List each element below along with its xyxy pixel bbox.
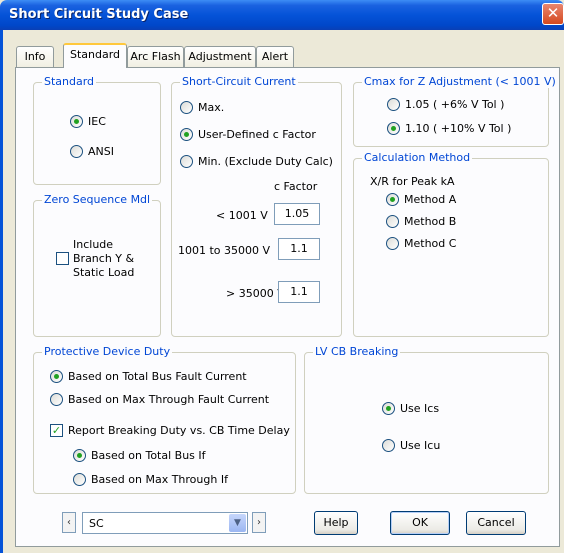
method-a-label: Method A: [404, 193, 457, 206]
report-breaking-duty-checkbox[interactable]: ✓ Report Breaking Duty vs. CB Time Delay: [50, 424, 290, 437]
window-title: Short Circuit Study Case: [9, 7, 189, 22]
tab-adjustment[interactable]: Adjustment: [184, 46, 256, 67]
close-icon: ✕: [546, 4, 560, 22]
method-b-radio[interactable]: Method B: [386, 215, 456, 228]
report-breaking-duty-label: Report Breaking Duty vs. CB Time Delay: [68, 424, 290, 437]
cmax-group-label: Cmax for Z Adjustment (< 1001 V): [362, 75, 558, 88]
cmax-105-label: 1.05 ( +6% V Tol ): [405, 98, 505, 111]
window-frame-left: [0, 30, 3, 553]
total-bus-fault-label: Based on Total Bus Fault Current: [68, 370, 247, 383]
radio-selected-icon: [73, 449, 86, 462]
standard-group-label: Standard: [42, 75, 97, 88]
total-bus-if-label: Based on Total Bus If: [91, 449, 206, 462]
sc-current-group-label: Short-Circuit Current: [180, 75, 298, 88]
protective-duty-group-label: Protective Device Duty: [42, 345, 173, 358]
max-through-if-label: Based on Max Through If: [91, 473, 228, 486]
radio-unselected-icon: [386, 215, 399, 228]
close-button[interactable]: ✕: [542, 3, 564, 25]
c-factor-row-label: > 35000 V: [226, 287, 285, 300]
c-factor-row-label: < 1001 V: [216, 209, 268, 222]
radio-selected-icon: [180, 128, 193, 141]
max-through-fault-label: Based on Max Through Fault Current: [68, 393, 270, 406]
chevron-left-icon: ‹: [67, 517, 71, 528]
total-bus-fault-radio[interactable]: Based on Total Bus Fault Current: [50, 370, 247, 383]
lv-cb-group-label: LV CB Breaking: [313, 345, 401, 358]
method-c-label: Method C: [404, 237, 457, 250]
tab-alert[interactable]: Alert: [256, 46, 294, 67]
use-ics-radio[interactable]: Use Ics: [382, 402, 439, 415]
zero-sequence-group-label: Zero Sequence Mdl: [42, 193, 153, 206]
study-case-value: SC: [89, 517, 104, 530]
cancel-button[interactable]: Cancel: [466, 511, 526, 535]
lv-cb-breaking-group: LV CB Breaking: [304, 345, 549, 494]
radio-unselected-icon: [387, 98, 400, 111]
method-c-radio[interactable]: Method C: [386, 237, 456, 250]
cmax-110-radio[interactable]: 1.10 ( +10% V Tol ): [387, 122, 511, 135]
xr-peak-heading: X/R for Peak kA: [370, 175, 455, 188]
method-b-label: Method B: [404, 215, 457, 228]
include-label-line1: Include: [73, 238, 114, 251]
radio-unselected-icon: [386, 237, 399, 250]
ansi-radio[interactable]: ANSI: [70, 145, 114, 158]
next-case-button[interactable]: ›: [252, 512, 266, 533]
calc-method-group-label: Calculation Method: [362, 151, 473, 164]
radio-selected-icon: [386, 193, 399, 206]
checkmark-icon: ✓: [50, 424, 63, 437]
max-label: Max.: [198, 101, 225, 114]
use-icu-label: Use Icu: [400, 439, 441, 452]
min-label: Min. (Exclude Duty Calc): [198, 155, 333, 168]
use-icu-radio[interactable]: Use Icu: [382, 439, 440, 452]
radio-unselected-icon: [70, 145, 83, 158]
tab-info[interactable]: Info: [16, 46, 54, 67]
tab-arc-flash[interactable]: Arc Flash: [127, 46, 184, 67]
include-branch-checkbox[interactable]: [56, 252, 74, 265]
c-factor-gt35000-input[interactable]: 1.1: [278, 281, 320, 303]
previous-case-button[interactable]: ‹: [62, 512, 76, 533]
cmax-105-radio[interactable]: 1.05 ( +6% V Tol ): [387, 98, 504, 111]
study-case-select[interactable]: SC ▼: [82, 512, 248, 534]
radio-unselected-icon: [382, 439, 395, 452]
radio-selected-icon: [382, 402, 395, 415]
include-label-line2: Branch Y &: [73, 252, 135, 265]
cmax-110-label: 1.10 ( +10% V Tol ): [405, 122, 512, 135]
radio-unselected-icon: [180, 155, 193, 168]
max-radio[interactable]: Max.: [180, 101, 224, 114]
ansi-label: ANSI: [88, 145, 114, 158]
radio-selected-icon: [50, 370, 63, 383]
radio-unselected-icon: [73, 473, 86, 486]
method-a-radio[interactable]: Method A: [386, 193, 456, 206]
iec-radio[interactable]: IEC: [70, 115, 106, 128]
radio-selected-icon: [70, 115, 83, 128]
iec-label: IEC: [88, 115, 106, 128]
c-factor-lt1001-input[interactable]: 1.05: [274, 203, 320, 225]
radio-selected-icon: [387, 122, 400, 135]
c-factor-1001-35000-input[interactable]: 1.1: [278, 238, 320, 260]
use-ics-label: Use Ics: [400, 402, 440, 415]
title-bar: Short Circuit Study Case ✕: [0, 0, 564, 30]
min-radio[interactable]: Min. (Exclude Duty Calc): [180, 155, 333, 168]
tab-standard[interactable]: Standard: [63, 43, 127, 68]
ok-button[interactable]: OK: [390, 511, 450, 535]
chevron-down-icon[interactable]: ▼: [229, 514, 246, 532]
help-button[interactable]: Help: [314, 511, 358, 535]
c-factor-header: c Factor: [274, 180, 318, 193]
total-bus-if-radio[interactable]: Based on Total Bus If: [73, 449, 206, 462]
cmax-group: Cmax for Z Adjustment (< 1001 V): [353, 75, 558, 147]
checkbox-unchecked-icon: [56, 252, 69, 265]
include-label-line3: Static Load: [73, 266, 135, 279]
max-through-fault-radio[interactable]: Based on Max Through Fault Current: [50, 393, 269, 406]
c-factor-row-label: 1001 to 35000 V: [178, 244, 271, 257]
max-through-if-radio[interactable]: Based on Max Through If: [73, 473, 228, 486]
chevron-right-icon: ›: [257, 517, 261, 528]
radio-unselected-icon: [180, 101, 193, 114]
user-defined-label: User-Defined c Factor: [198, 128, 316, 141]
radio-unselected-icon: [50, 393, 63, 406]
user-defined-c-factor-radio[interactable]: User-Defined c Factor: [180, 128, 316, 141]
standard-group: Standard: [33, 75, 161, 185]
